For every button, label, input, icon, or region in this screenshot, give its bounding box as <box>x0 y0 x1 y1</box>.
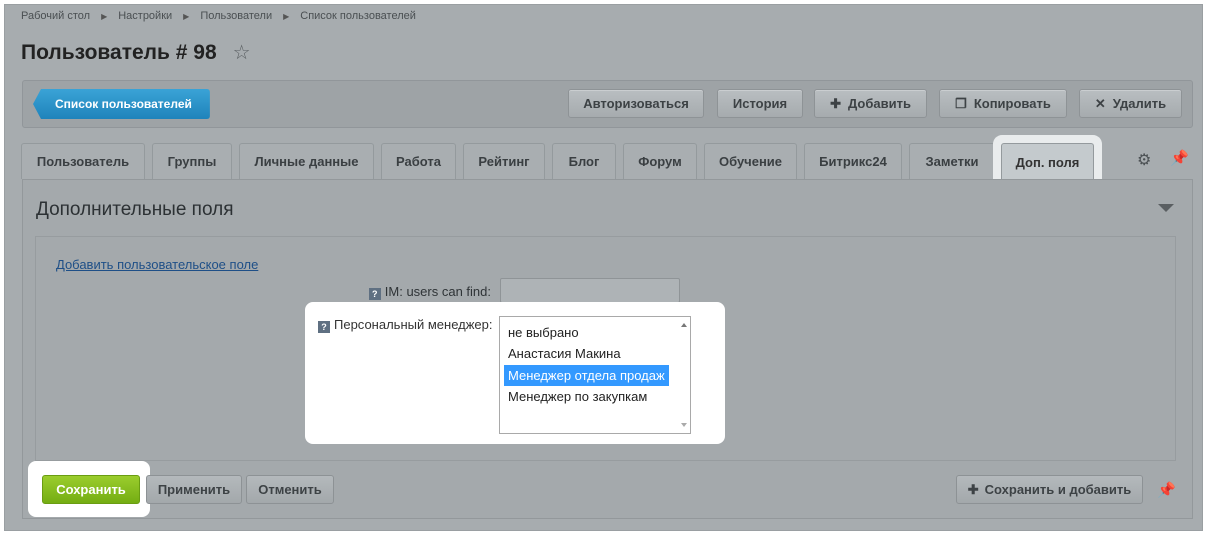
im-field-label: IM: users can find: <box>384 284 491 299</box>
save-button-label: Сохранить <box>56 482 126 497</box>
tab-personal-data[interactable]: Личные данные <box>239 143 374 179</box>
tab-groups[interactable]: Группы <box>152 143 232 179</box>
tab-notes[interactable]: Заметки <box>909 143 995 179</box>
breadcrumb-item-settings[interactable]: Настройки <box>118 10 172 22</box>
tab-label: Форум <box>638 154 682 169</box>
save-and-add-button[interactable]: ✚ Сохранить и добавить <box>956 475 1143 504</box>
apply-button[interactable]: Применить <box>146 475 242 504</box>
copy-button[interactable]: ❐ Копировать <box>939 89 1067 118</box>
tab-label: Группы <box>167 154 217 169</box>
manager-option-label: Менеджер отдела продаж <box>508 368 665 383</box>
breadcrumb-separator-icon: ▶ <box>283 11 290 21</box>
tab-work[interactable]: Работа <box>381 143 456 179</box>
help-icon[interactable]: ? <box>318 321 330 333</box>
pin-icon[interactable]: 📌 <box>1170 149 1189 167</box>
manager-option-label: Менеджер по закупкам <box>508 389 648 404</box>
tab-rating[interactable]: Рейтинг <box>463 143 545 179</box>
manager-option[interactable]: Анастасия Макина <box>504 343 669 364</box>
manager-label: Персональный менеджер: <box>334 317 493 332</box>
copy-button-label: Копировать <box>973 96 1051 111</box>
copy-icon: ❐ <box>955 95 967 111</box>
tab-label: Рейтинг <box>478 154 530 169</box>
breadcrumb-item-users[interactable]: Пользователи <box>200 10 272 22</box>
cancel-button[interactable]: Отменить <box>246 475 334 504</box>
tab-label: Работа <box>396 154 441 169</box>
history-button-label: История <box>732 96 788 111</box>
tab-blog[interactable]: Блог <box>552 143 616 179</box>
breadcrumb-separator-icon: ▶ <box>183 11 190 21</box>
section-title: Дополнительные поля <box>36 199 234 220</box>
tab-learning[interactable]: Обучение <box>704 143 797 179</box>
im-field-label-row: ? IM: users can find: <box>368 284 491 300</box>
tab-forum[interactable]: Форум <box>623 143 697 179</box>
history-button[interactable]: История <box>717 89 803 118</box>
cancel-button-label: Отменить <box>258 482 322 497</box>
page-title-row: Пользователь # 98 ☆ <box>21 40 251 65</box>
manager-option-selected[interactable]: Менеджер отдела продаж <box>504 365 669 386</box>
manager-option[interactable]: не выбрано <box>504 322 669 343</box>
plus-icon: ✚ <box>967 481 979 497</box>
tab-label: Битрикс24 <box>819 154 887 169</box>
close-icon: ✕ <box>1094 95 1106 111</box>
save-and-add-button-label: Сохранить и добавить <box>984 482 1132 497</box>
star-icon[interactable]: ☆ <box>233 40 251 65</box>
breadcrumb: Рабочий стол ▶ Настройки ▶ Пользователи … <box>21 10 416 22</box>
page-title: Пользователь # 98 <box>21 40 217 64</box>
delete-button[interactable]: ✕ Удалить <box>1079 89 1182 118</box>
add-custom-field-link[interactable]: Добавить пользовательское поле <box>56 257 258 272</box>
apply-button-label: Применить <box>157 482 231 497</box>
tab-label: Доп. поля <box>1015 154 1080 170</box>
pin-icon[interactable]: 📌 <box>1157 481 1176 499</box>
manager-label-row: ? Персональный менеджер: <box>318 317 493 333</box>
breadcrumb-separator-icon: ▶ <box>101 11 108 21</box>
tab-label: Обучение <box>718 154 783 169</box>
user-list-button[interactable]: Список пользователей <box>33 89 210 119</box>
tab-label: Личные данные <box>254 154 359 169</box>
breadcrumb-item-desktop[interactable]: Рабочий стол <box>21 10 90 22</box>
scroll-up-icon[interactable] <box>681 323 687 327</box>
save-button[interactable]: Сохранить <box>42 475 140 504</box>
authorize-button-label: Авторизоваться <box>583 96 689 111</box>
add-button[interactable]: ✚ Добавить <box>814 89 927 118</box>
gear-icon[interactable]: ⚙ <box>1137 150 1151 170</box>
tab-label: Пользователь <box>36 154 130 169</box>
scroll-down-icon[interactable] <box>681 423 687 427</box>
manager-option[interactable]: Менеджер по закупкам <box>504 386 669 407</box>
delete-button-label: Удалить <box>1112 96 1167 111</box>
tab-user[interactable]: Пользователь <box>21 143 145 179</box>
breadcrumb-item-user-list[interactable]: Список пользователей <box>300 10 416 22</box>
add-button-label: Добавить <box>847 96 911 111</box>
manager-option-label: Анастасия Макина <box>508 346 621 361</box>
user-list-button-label: Список пользователей <box>55 97 192 111</box>
personal-manager-select[interactable]: не выбрано Анастасия Макина Менеджер отд… <box>499 316 691 434</box>
tab-bitrix24[interactable]: Битрикс24 <box>804 143 902 179</box>
plus-icon: ✚ <box>830 95 841 111</box>
manager-option-label: не выбрано <box>508 325 579 340</box>
help-icon[interactable]: ? <box>368 288 381 300</box>
tab-label: Заметки <box>925 154 979 169</box>
tab-label: Блог <box>568 154 600 169</box>
im-users-can-find-input[interactable] <box>500 278 680 303</box>
chevron-down-icon[interactable] <box>1158 204 1174 212</box>
tab-extra-fields[interactable]: Доп. поля <box>1001 143 1094 180</box>
toolbar: Список пользователей Авторизоваться Исто… <box>22 80 1193 128</box>
authorize-button[interactable]: Авторизоваться <box>568 89 704 118</box>
